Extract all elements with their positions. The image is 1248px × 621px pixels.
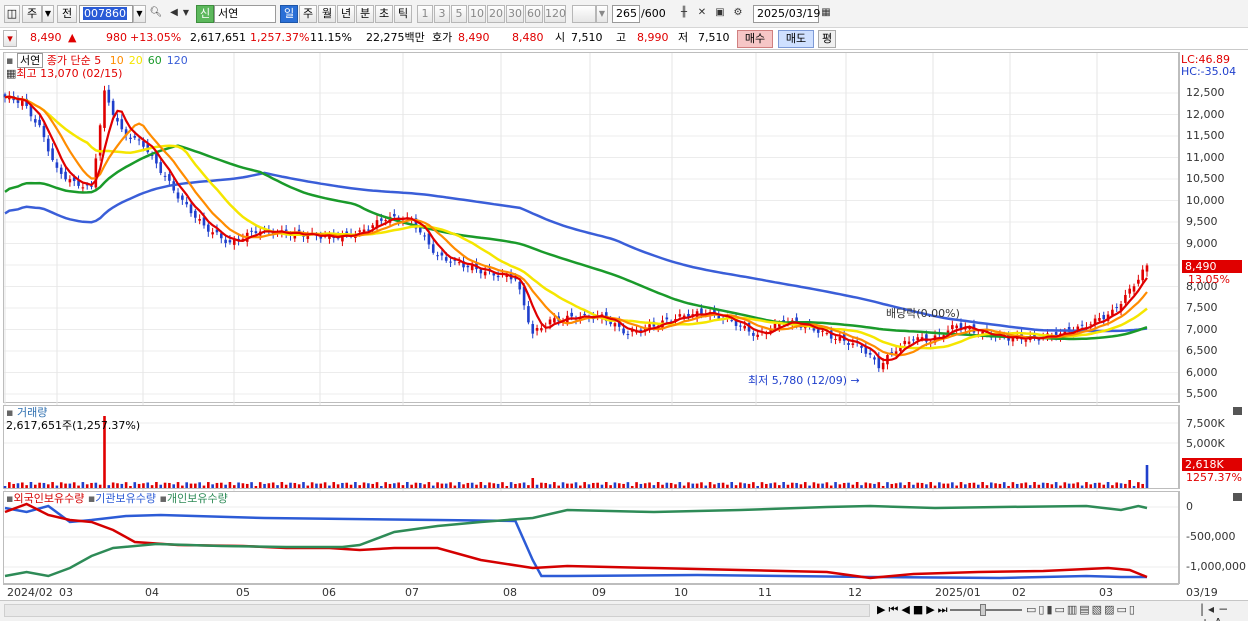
legend-individual: 개인보유수량	[166, 492, 228, 505]
bottom-toolbar: ▶⏮◀■▶⏭ ▭▯▮▭▥▤▧▨▭▯ |◂−+A	[0, 600, 1248, 621]
x-label-7: 09	[592, 586, 606, 599]
hold-y-label-1: 0	[1186, 500, 1193, 513]
x-end-label: 03/19	[1186, 586, 1218, 599]
x-label-0: 2024/02	[7, 586, 53, 599]
legend-individual-icon: ▪	[159, 492, 167, 505]
x-label-2: 04	[145, 586, 159, 599]
x-label-10: 12	[848, 586, 862, 599]
x-label-12: 02	[1012, 586, 1026, 599]
x-label-8: 10	[674, 586, 688, 599]
zoom-slider-thumb[interactable]	[980, 604, 986, 616]
x-label-6: 08	[503, 586, 517, 599]
hold-y-label-2: -500,000	[1186, 530, 1236, 543]
hold-y-label-3: -1,000,000	[1186, 560, 1246, 573]
x-label-4: 06	[322, 586, 336, 599]
nav-buttons[interactable]: ▶⏮◀■▶⏭	[877, 603, 951, 617]
chart-window: ◫ 주 ▼ 전 007860 ▼ 🔍︎ ◀ ▼ 신 서연 일주월년분초틱 135…	[0, 0, 1248, 621]
legend-foreign: 외국인보유수량	[13, 492, 85, 505]
x-label-11: 2025/01	[935, 586, 981, 599]
x-axis[interactable]	[3, 584, 1179, 600]
horizontal-scrollbar[interactable]	[4, 604, 870, 617]
x-label-1: 03	[59, 586, 73, 599]
x-label-9: 11	[758, 586, 772, 599]
layout-icons[interactable]: ▭▯▮▭▥▤▧▨▭▯	[1026, 603, 1137, 616]
x-label-5: 07	[405, 586, 419, 599]
x-label-13: 03	[1099, 586, 1113, 599]
zoom-slider[interactable]	[950, 609, 1022, 611]
holding-legend: ▪외국인보유수량 ▪기관보유수량 ▪개인보유수량	[6, 492, 228, 505]
holding-chart	[4, 502, 1178, 580]
holding-close-icon[interactable]	[1233, 493, 1242, 501]
zoom-controls[interactable]: |◂−+A	[1200, 602, 1248, 621]
legend-institution: 기관보유수량	[95, 492, 157, 505]
x-label-3: 05	[236, 586, 250, 599]
